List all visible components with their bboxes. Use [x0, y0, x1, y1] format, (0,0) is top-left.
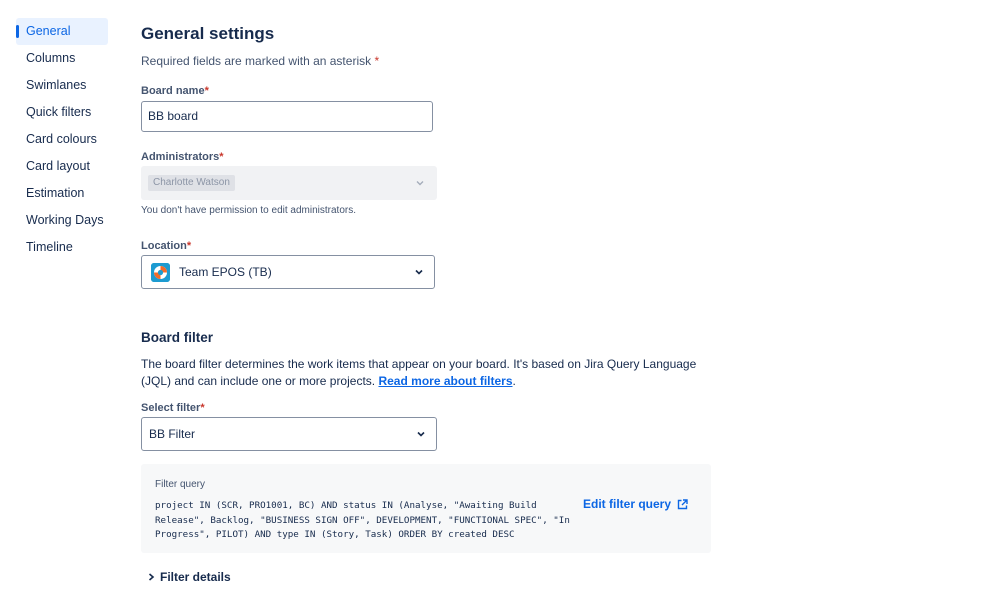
filter-query-title: Filter query	[155, 479, 206, 490]
board-name-asterisk: *	[204, 85, 209, 97]
page-title: General settings	[141, 24, 275, 43]
select-filter-value: BB Filter	[149, 427, 196, 441]
sidebar-item-card-layout[interactable]: Card layout	[16, 153, 108, 180]
sidebar-item-card-colours[interactable]: Card colours	[16, 126, 108, 153]
chevron-right-icon	[148, 573, 155, 581]
filter-details-label: Filter details	[160, 570, 231, 584]
location-value: Team EPOS (TB)	[179, 265, 272, 279]
sidebar-item-working-days[interactable]: Working Days	[16, 207, 108, 234]
sidebar-item-estimation[interactable]: Estimation	[16, 180, 108, 207]
location-select[interactable]: Team EPOS (TB)	[141, 255, 435, 289]
sidebar-item-timeline[interactable]: Timeline	[16, 234, 108, 261]
select-filter-dropdown[interactable]: BB Filter	[141, 417, 437, 451]
select-filter-asterisk: *	[200, 402, 205, 414]
location-label: Location*	[141, 240, 191, 252]
project-avatar-icon	[151, 263, 170, 282]
administrator-chip: Charlotte Watson	[148, 175, 235, 191]
sidebar-item-columns[interactable]: Columns	[16, 45, 108, 72]
board-name-label-text: Board name	[141, 85, 205, 97]
sidebar-item-swimlanes[interactable]: Swimlanes	[16, 72, 108, 99]
sidebar-item-general[interactable]: General	[16, 18, 108, 45]
location-label-text: Location	[141, 240, 187, 252]
read-more-filters-link[interactable]: Read more about filters	[378, 374, 512, 388]
edit-filter-query-label: Edit filter query	[583, 497, 672, 511]
administrators-label: Administrators*	[141, 151, 224, 163]
board-name-label: Board name*	[141, 85, 209, 97]
required-note: Required fields are marked with an aster…	[141, 54, 379, 68]
chevron-down-icon	[415, 268, 423, 276]
board-filter-description: The board filter determines the work ite…	[141, 356, 711, 389]
chevron-down-icon	[417, 430, 425, 438]
select-filter-label-text: Select filter	[141, 402, 201, 414]
administrators-label-text: Administrators	[141, 151, 220, 163]
external-link-icon	[677, 499, 689, 513]
required-asterisk: *	[374, 54, 380, 68]
edit-filter-query-link[interactable]: Edit filter query	[583, 497, 689, 513]
location-asterisk: *	[186, 240, 192, 252]
sidebar-item-quick-filters[interactable]: Quick filters	[16, 99, 108, 126]
description-period: .	[512, 373, 516, 388]
settings-sidebar: General Columns Swimlanes Quick filters …	[16, 18, 108, 261]
filter-query-code: project IN (SCR, PRO1001, BC) AND status…	[155, 500, 570, 540]
filter-details-toggle[interactable]: Filter details	[148, 570, 231, 584]
administrators-asterisk: *	[219, 151, 224, 163]
administrators-help-text: You don't have permission to edit admini…	[141, 205, 356, 216]
board-filter-heading: Board filter	[141, 330, 214, 345]
board-name-input[interactable]: BB board	[141, 101, 433, 132]
filter-query-panel: Filter query project IN (SCR, PRO1001, B…	[141, 464, 711, 553]
administrators-select: Charlotte Watson	[141, 166, 437, 200]
chevron-down-icon	[416, 179, 424, 187]
required-note-text: Required fields are marked with an aster…	[141, 54, 372, 68]
select-filter-label: Select filter*	[141, 402, 205, 414]
